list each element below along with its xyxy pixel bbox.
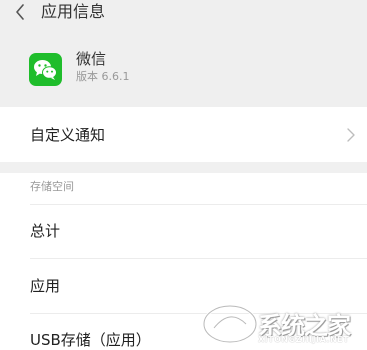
chevron-right-icon	[347, 128, 355, 142]
page-title: 应用信息	[41, 2, 106, 21]
storage-total-label[interactable]: 总计	[30, 221, 60, 241]
app-bar: 应用信息	[0, 0, 367, 26]
app-version: 版本 6.6.1	[76, 70, 130, 83]
app-name: 微信	[76, 50, 107, 68]
divider	[30, 204, 367, 205]
divider	[30, 258, 367, 259]
section-gap	[0, 162, 367, 173]
storage-usb-app-label[interactable]: USB存储（应用）	[30, 330, 151, 350]
back-arrow-icon[interactable]	[14, 4, 26, 20]
custom-notification-row[interactable]: 自定义通知	[0, 107, 367, 162]
custom-notification-label: 自定义通知	[30, 126, 106, 144]
wechat-icon	[29, 53, 62, 86]
storage-app-label[interactable]: 应用	[30, 276, 60, 296]
watermark-subtext: XITONGZHIJIA.NET	[258, 335, 350, 344]
app-summary: 微信 版本 6.6.1	[0, 26, 367, 107]
storage-section-title: 存储空间	[30, 180, 74, 193]
